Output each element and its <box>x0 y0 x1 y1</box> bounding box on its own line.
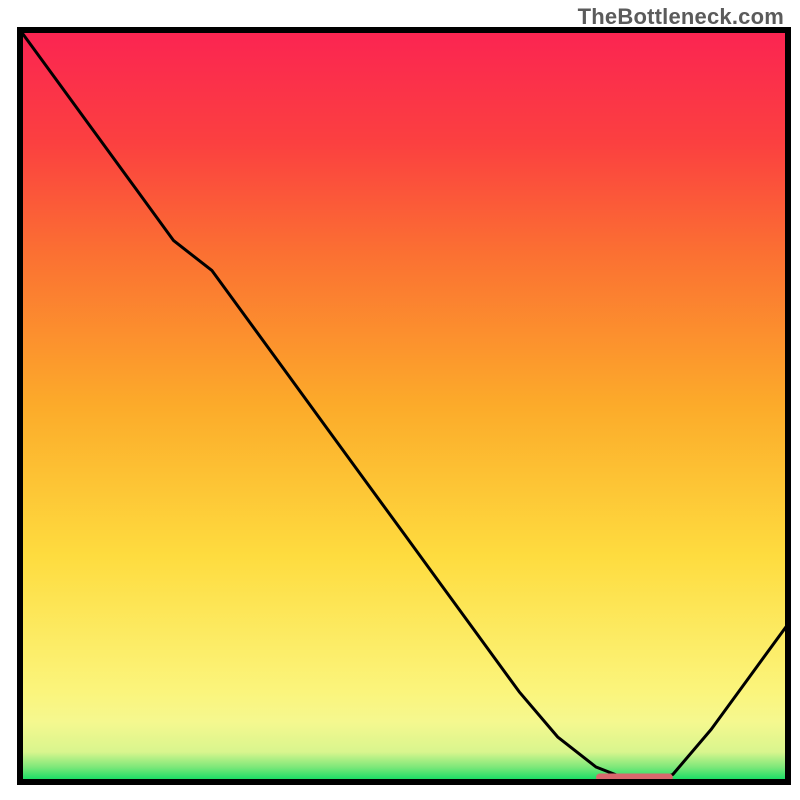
bottleneck-chart <box>0 0 800 800</box>
plot-background <box>20 30 788 782</box>
chart-container: TheBottleneck.com <box>0 0 800 800</box>
